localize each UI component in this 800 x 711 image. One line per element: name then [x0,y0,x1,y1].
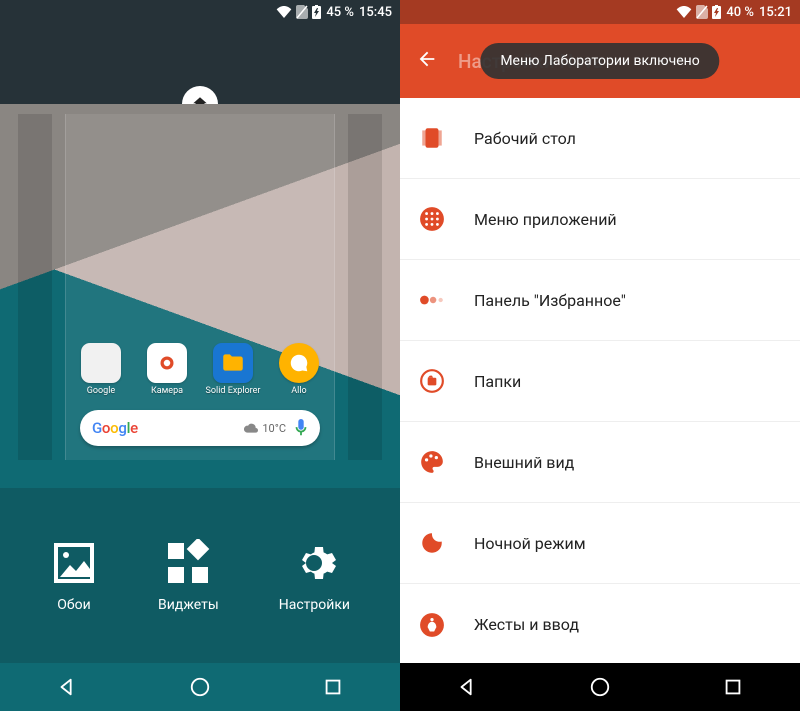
app-label: Google [87,386,115,396]
google-logo: Google [92,419,138,437]
settings-desktop[interactable]: Рабочий стол [400,98,800,179]
nav-recent-icon[interactable] [322,676,344,698]
settings-label: Меню приложений [474,210,617,229]
navbar-right [400,663,800,711]
widgets-button[interactable]: Виджеты [158,539,219,613]
dock-icon [418,286,446,314]
app-row: Google Камера Solid Explorer [77,343,323,396]
settings-label: Настройки [279,597,350,613]
app-label: Allo [291,386,306,396]
app-google[interactable]: Google [77,343,125,396]
settings-night-mode[interactable]: Ночной режим [400,503,800,584]
back-arrow-icon [416,48,438,70]
battery-percent: 40 % [726,5,754,20]
clock: 15:21 [759,5,792,20]
toast-text: Меню Лаборатории включено [500,53,699,69]
google-search-widget[interactable]: Google 10°C [80,410,320,446]
allo-icon [279,343,319,383]
wifi-icon [276,6,292,18]
navbar-left [0,663,400,711]
settings-label: Папки [474,372,521,391]
app-solid-explorer[interactable]: Solid Explorer [209,343,257,396]
home-preview[interactable]: Google Камера Solid Explorer [0,104,400,488]
solid-explorer-icon [213,343,253,383]
settings-label: Внешний вид [474,453,574,472]
statusbar-left: 45 % 15:45 [0,0,400,24]
statusbar-right: 40 % 15:21 [400,0,800,24]
app-camera[interactable]: Камера [143,343,191,396]
settings-list[interactable]: Рабочий стол Меню приложений Панель "Изб… [400,98,800,663]
wallpapers-button[interactable]: Обои [50,539,98,613]
prev-screen-peek[interactable] [18,114,52,460]
status-icons [676,5,721,19]
settings-label: Жесты и ввод [474,615,579,634]
nav-home-icon[interactable] [189,676,211,698]
nav-home-icon[interactable] [589,676,611,698]
settings-dock[interactable]: Панель "Избранное" [400,260,800,341]
settings-label: Панель "Избранное" [474,291,626,310]
settings-folders[interactable]: Папки [400,341,800,422]
clock: 15:45 [359,5,392,20]
sim-icon [696,5,708,19]
settings-look-feel[interactable]: Внешний вид [400,422,800,503]
widgets-label: Виджеты [158,597,219,613]
settings-label: Рабочий стол [474,129,576,148]
settings-app-drawer[interactable]: Меню приложений [400,179,800,260]
nav-back-icon[interactable] [456,676,478,698]
battery-icon [312,5,321,19]
toast-message: Меню Лаборатории включено [480,43,719,79]
settings-label: Ночной режим [474,534,586,553]
app-allo[interactable]: Allo [275,343,323,396]
wifi-icon [676,6,692,18]
nav-recent-icon[interactable] [722,676,744,698]
wallpaper-icon [50,539,98,587]
temperature: 10°C [262,422,286,435]
desktop-icon [418,124,446,152]
wallpapers-label: Обои [57,597,90,613]
app-label: Solid Explorer [206,386,261,396]
back-button[interactable] [416,48,438,74]
launcher-header [0,24,400,104]
appbar: Настройки Nova Меню Лаборатории включено [400,24,800,98]
home-screen-card[interactable]: Google Камера Solid Explorer [65,114,335,460]
widgets-icon [164,539,212,587]
sim-icon [296,5,308,19]
phone-left: 45 % 15:45 Google [0,0,400,711]
battery-percent: 45 % [326,5,354,20]
status-icons [276,5,321,19]
gestures-icon [418,611,446,639]
folders-icon [418,367,446,395]
mic-icon[interactable] [294,419,308,437]
settings-gestures[interactable]: Жесты и ввод [400,584,800,663]
app-label: Камера [151,386,183,396]
moon-icon [418,529,446,557]
gear-icon [290,539,338,587]
settings-button[interactable]: Настройки [279,539,350,613]
launcher-options-panel: Обои Виджеты Настройки [0,488,400,663]
weather-chip[interactable]: 10°C [244,422,286,435]
camera-icon [147,343,187,383]
cloud-icon [244,423,258,433]
next-screen-peek[interactable] [348,114,382,460]
battery-icon [712,5,721,19]
palette-icon [418,448,446,476]
phone-right: 40 % 15:21 Настройки Nova Меню Лаборатор… [400,0,800,711]
nav-back-icon[interactable] [56,676,78,698]
app-drawer-icon [418,205,446,233]
google-folder-icon [81,343,121,383]
